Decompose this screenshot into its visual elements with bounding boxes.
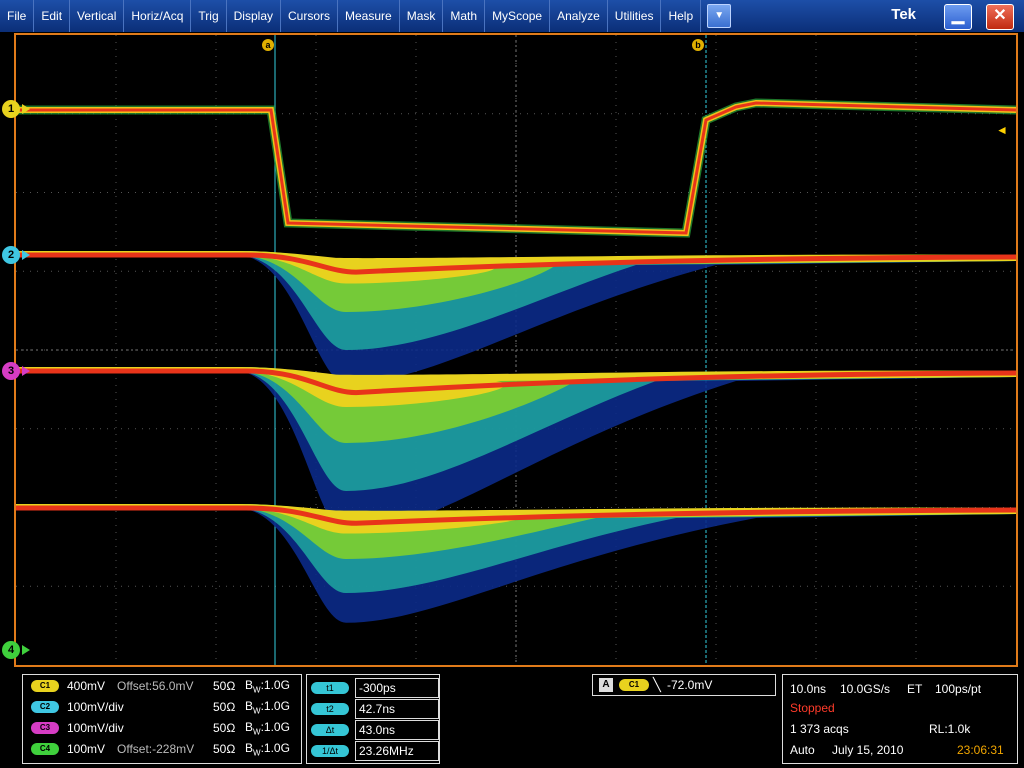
trigger-level-arrow-icon: ◄ (996, 123, 1008, 137)
time: 23:06:31 (957, 743, 1004, 757)
menu-measure[interactable]: Measure (338, 0, 400, 32)
cursor-row-t2: t2 42.7ns (311, 698, 439, 719)
menu-horiz-acq[interactable]: Horiz/Acq (124, 0, 192, 32)
channel-3-marker[interactable]: 3 (2, 362, 20, 380)
cursor-row-delta-t: Δt 43.0ns (311, 719, 439, 740)
channel-4-arrow-icon (22, 645, 30, 655)
sample-rate: 10.0GS/s (840, 682, 891, 696)
c2-scale: 100mV/div (67, 700, 124, 714)
channel-1-arrow-icon (22, 104, 30, 114)
c1-impedance: 50Ω (213, 679, 236, 693)
t2-pill[interactable]: t2 (311, 702, 349, 715)
c1-bandwidth: BW:1.0G (245, 677, 290, 695)
c4-impedance: 50Ω (213, 742, 236, 756)
c3-scale: 100mV/div (67, 721, 124, 735)
acquisition-mode: ET (907, 682, 923, 696)
c2-impedance: 50Ω (213, 700, 236, 714)
cursor-row-t1: t1 -300ps (311, 677, 439, 698)
channel-3-arrow-icon (22, 366, 30, 376)
channel-4-marker[interactable]: 4 (2, 641, 20, 659)
menu-myscope[interactable]: MyScope (485, 0, 551, 32)
trigger-level: -72.0mV (667, 678, 713, 692)
readout-panel: C1 400mV Offset:56.0mV 50Ω BW:1.0G C2 10… (0, 668, 1024, 768)
menu-cursors[interactable]: Cursors (281, 0, 339, 32)
inv-delta-t-value: 23.26MHz (355, 740, 439, 761)
waveform-display[interactable] (14, 33, 1018, 667)
menu-vertical[interactable]: Vertical (70, 0, 125, 32)
trigger-mode: Auto (790, 743, 815, 757)
t1-pill[interactable]: t1 (311, 681, 349, 694)
menu-mask[interactable]: Mask (400, 0, 444, 32)
falling-edge-icon: ╲ (653, 677, 661, 692)
acquisition-readout-box[interactable]: 10.0ns 10.0GS/s ET 100ps/pt Stopped 1 37… (782, 674, 1018, 764)
cursor-row-inv-delta-t: 1/Δt 23.26MHz (311, 740, 439, 761)
c1-offset: Offset:56.0mV (117, 679, 194, 693)
date: July 15, 2010 (832, 743, 904, 757)
trigger-source-pill[interactable]: C1 (619, 679, 649, 691)
c4-pill[interactable]: C4 (31, 743, 59, 755)
minimize-button[interactable]: ▁ (944, 4, 972, 30)
c1-pill[interactable]: C1 (31, 680, 59, 692)
channel-row-1[interactable]: C1 400mV Offset:56.0mV 50Ω BW:1.0G (31, 676, 290, 696)
c4-bandwidth: BW:1.0G (245, 740, 290, 758)
menu-help[interactable]: Help (661, 0, 702, 32)
close-button[interactable]: ✕ (986, 4, 1014, 30)
channel-row-3[interactable]: C3 100mV/div 50Ω BW:1.0G (31, 718, 290, 738)
menu-bar: File Edit Vertical Horiz/Acq Trig Displa… (0, 0, 1024, 32)
c4-offset: Offset:-228mV (117, 742, 195, 756)
menu-file[interactable]: File (0, 0, 35, 32)
menu-utilities[interactable]: Utilities (608, 0, 662, 32)
delta-t-value: 43.0ns (355, 719, 439, 740)
channel-2-arrow-icon (22, 250, 30, 260)
delta-t-pill[interactable]: Δt (311, 723, 349, 736)
channel-readout-box[interactable]: C1 400mV Offset:56.0mV 50Ω BW:1.0G C2 10… (22, 674, 302, 764)
acquisition-count: 1 373 acqs (790, 722, 849, 736)
menu-analyze[interactable]: Analyze (550, 0, 608, 32)
menu-display[interactable]: Display (227, 0, 281, 32)
trigger-readout-box[interactable]: A C1 ╲ -72.0mV (592, 674, 776, 696)
inv-delta-t-pill[interactable]: 1/Δt (311, 744, 349, 757)
c2-bandwidth: BW:1.0G (245, 698, 290, 716)
t2-value: 42.7ns (355, 698, 439, 719)
record-length: RL:1.0k (929, 722, 971, 736)
menu-math[interactable]: Math (443, 0, 486, 32)
channel-row-4[interactable]: C4 100mV Offset:-228mV 50Ω BW:1.0G (31, 739, 290, 759)
trigger-mode-badge: A (599, 678, 613, 692)
run-status: Stopped (790, 701, 835, 715)
cursor-a-tag[interactable]: a (262, 39, 274, 51)
c3-bandwidth: BW:1.0G (245, 719, 290, 737)
menu-edit[interactable]: Edit (34, 0, 71, 32)
cursor-b-tag[interactable]: b (692, 39, 704, 51)
chevron-down-icon[interactable]: ▼ (707, 4, 732, 28)
waveform-canvas (16, 35, 1016, 665)
brand-logo: Tek (891, 6, 916, 23)
channel-row-2[interactable]: C2 100mV/div 50Ω BW:1.0G (31, 697, 290, 717)
menu-trig[interactable]: Trig (191, 0, 227, 32)
c1-scale: 400mV (67, 679, 106, 693)
c3-impedance: 50Ω (213, 721, 236, 735)
horizontal-scale: 10.0ns (790, 682, 827, 696)
resolution: 100ps/pt (935, 682, 982, 696)
c2-pill[interactable]: C2 (31, 701, 59, 713)
t1-value: -300ps (355, 677, 439, 698)
channel-2-marker[interactable]: 2 (2, 246, 20, 264)
channel-1-marker[interactable]: 1 (2, 100, 20, 118)
c4-scale: 100mV (67, 742, 106, 756)
cursor-readout-box[interactable]: t1 -300ps t2 42.7ns Δt 43.0ns 1/Δt 23.26… (306, 674, 440, 764)
c3-pill[interactable]: C3 (31, 722, 59, 734)
